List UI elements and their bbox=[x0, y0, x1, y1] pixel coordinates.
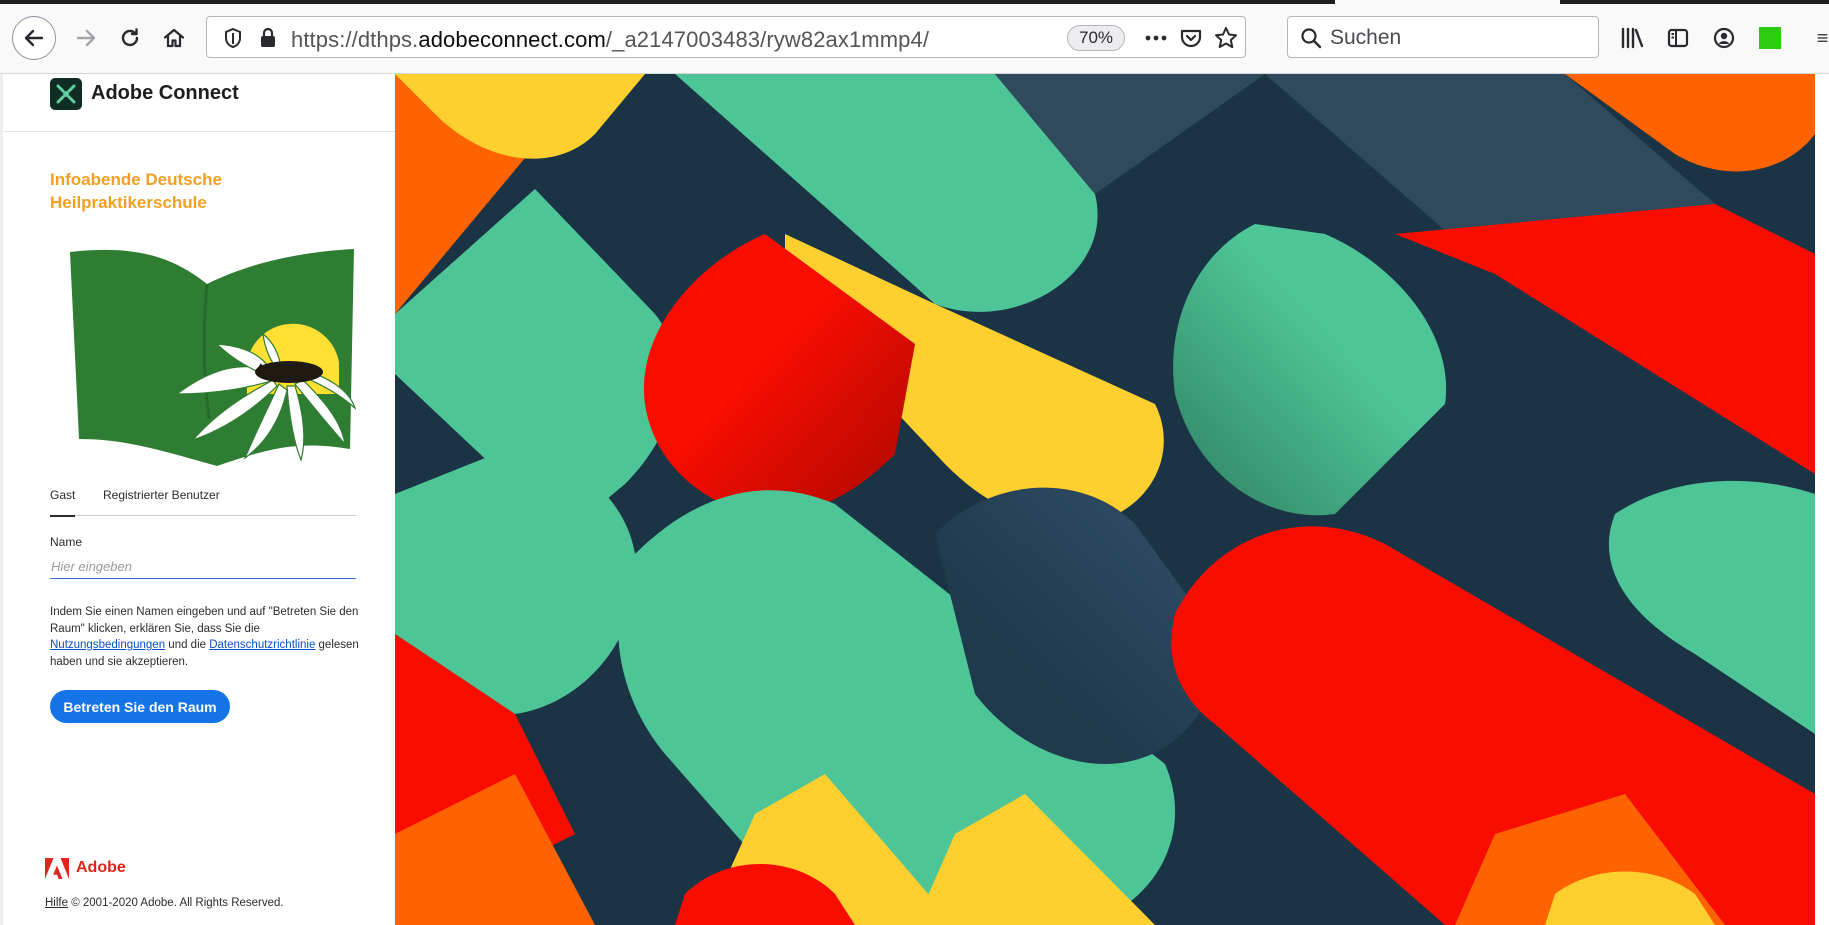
consent-start: Indem Sie einen Namen eingeben und auf "… bbox=[50, 606, 359, 635]
url-prefix: https://dthps. bbox=[291, 27, 419, 52]
consent-middle: und die bbox=[165, 639, 210, 651]
account-icon bbox=[1713, 27, 1735, 49]
home-button[interactable] bbox=[154, 18, 194, 58]
help-link[interactable]: Hilfe bbox=[45, 897, 68, 909]
url-bar[interactable]: https://dthps.adobeconnect.com/_a2147003… bbox=[206, 16, 1246, 58]
pocket-icon[interactable] bbox=[1179, 26, 1203, 50]
active-tab-edge bbox=[1335, 0, 1560, 4]
sidebar-button[interactable] bbox=[1658, 18, 1698, 58]
room-title: Infoabende Deutsche Heilpraktikerschule bbox=[50, 170, 222, 212]
login-panel: Adobe Connect Infoabende Deutsche Heilpr… bbox=[0, 74, 398, 925]
account-button[interactable] bbox=[1704, 18, 1744, 58]
zoom-reset-button[interactable]: 70% bbox=[1067, 25, 1125, 51]
header-divider bbox=[3, 131, 398, 132]
name-label: Name bbox=[50, 535, 83, 549]
browser-toolbar: https://dthps.adobeconnect.com/_a2147003… bbox=[0, 0, 1829, 74]
reload-icon bbox=[121, 28, 139, 47]
shield-icon[interactable] bbox=[223, 27, 243, 49]
reload-button[interactable] bbox=[110, 18, 150, 58]
tab-guest[interactable]: Gast bbox=[50, 486, 76, 517]
adobe-connect-logo bbox=[50, 78, 82, 110]
geometric-pattern bbox=[395, 74, 1815, 925]
adobe-logo-icon bbox=[45, 858, 69, 879]
terms-link[interactable]: Nutzungsbedingungen bbox=[50, 639, 165, 651]
back-arrow-icon bbox=[24, 29, 44, 47]
url-path: /_a2147003483/ryw82ax1mmp4/ bbox=[605, 27, 930, 52]
forward-arrow-icon bbox=[76, 29, 96, 47]
menu-icon bbox=[1817, 34, 1828, 42]
forward-button[interactable] bbox=[66, 18, 106, 58]
tab-registered-user[interactable]: Registrierter Benutzer bbox=[103, 486, 220, 516]
sidebar-icon bbox=[1667, 28, 1689, 48]
more-icon[interactable] bbox=[1143, 29, 1169, 47]
enter-room-button[interactable]: Betreten Sie den Raum bbox=[50, 690, 230, 723]
search-bar[interactable] bbox=[1287, 16, 1599, 58]
search-input[interactable] bbox=[1330, 23, 1590, 53]
library-icon bbox=[1621, 27, 1644, 49]
login-tabs: Gast Registrierter Benutzer bbox=[50, 486, 356, 517]
url-host: adobeconnect.com bbox=[418, 27, 606, 52]
url-text[interactable]: https://dthps.adobeconnect.com/_a2147003… bbox=[291, 27, 929, 53]
name-input[interactable] bbox=[50, 555, 356, 579]
brand-name: Adobe Connect bbox=[91, 82, 239, 104]
adobe-connect-logo-icon bbox=[56, 84, 76, 104]
copyright: © 2001-2020 Adobe. All Rights Reserved. bbox=[68, 897, 284, 909]
consent-text: Indem Sie einen Namen eingeben und auf "… bbox=[50, 604, 360, 670]
library-button[interactable] bbox=[1612, 18, 1652, 58]
menu-button[interactable] bbox=[1804, 18, 1829, 58]
extension-button[interactable] bbox=[1750, 18, 1790, 58]
privacy-link[interactable]: Datenschutzrichtlinie bbox=[209, 639, 315, 651]
back-button[interactable] bbox=[12, 16, 56, 60]
home-icon bbox=[163, 28, 185, 48]
star-icon[interactable] bbox=[1213, 25, 1239, 51]
adobe-wordmark: Adobe bbox=[76, 859, 126, 876]
footer-text: Hilfe © 2001-2020 Adobe. All Rights Rese… bbox=[45, 897, 284, 909]
background-artwork bbox=[395, 74, 1815, 925]
search-icon bbox=[1301, 28, 1322, 49]
extension-icon bbox=[1759, 27, 1781, 49]
page-gutter bbox=[1815, 74, 1829, 925]
lock-icon[interactable] bbox=[259, 27, 277, 49]
heilpraktikerschule-logo bbox=[70, 249, 357, 466]
